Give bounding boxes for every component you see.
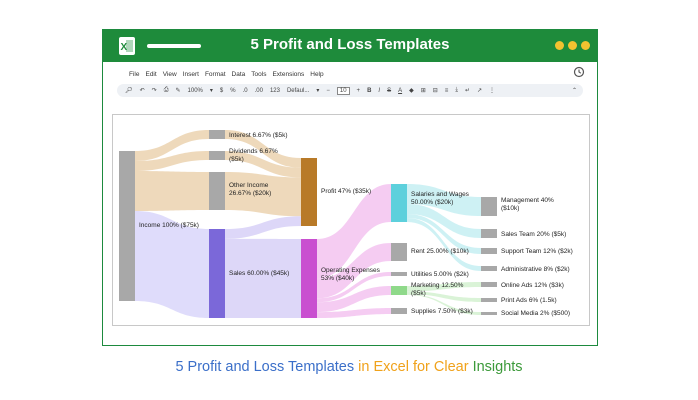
- menu-tools[interactable]: Tools: [251, 71, 266, 78]
- sankey-node-label: Management 40% ($10k): [501, 197, 554, 212]
- sankey-node-label: Rent 25.00% ($10k): [411, 248, 469, 255]
- window-dot-icon[interactable]: [581, 41, 590, 50]
- text-color-button[interactable]: A: [398, 88, 402, 94]
- history-icon[interactable]: [573, 66, 585, 78]
- merge-cells-icon[interactable]: ⊟: [433, 87, 438, 94]
- sankey-chart: Interest 6.67% ($5k)Dividends 6.67% ($5k)…: [119, 130, 573, 318]
- more-options-icon[interactable]: ⋮: [489, 87, 495, 94]
- menu-view[interactable]: View: [163, 71, 177, 78]
- window-dot-icon[interactable]: [555, 41, 564, 50]
- menu-help[interactable]: Help: [310, 71, 323, 78]
- font-select[interactable]: Defaul...: [287, 88, 309, 94]
- number-format-button[interactable]: 123: [270, 88, 280, 94]
- align-horizontal-icon[interactable]: ≡: [445, 88, 449, 94]
- sankey-node-label: Social Media 2% ($500): [501, 310, 570, 317]
- toolbar: 🔎︎ ↶ ↷ ⎙ ✎ 100% ▾ $ % .0 .00 123 Defaul.…: [117, 84, 583, 97]
- fill-color-icon[interactable]: ◆: [409, 87, 414, 94]
- zoom-select[interactable]: 100%: [188, 88, 203, 94]
- menu-extensions[interactable]: Extensions: [272, 71, 304, 78]
- sankey-node-label: Other Income 26.67% ($20k): [229, 182, 271, 197]
- paint-format-icon[interactable]: ✎: [176, 87, 181, 94]
- print-icon[interactable]: ⎙: [164, 87, 169, 94]
- percent-button[interactable]: %: [230, 88, 235, 94]
- sankey-node: [391, 272, 407, 276]
- sankey-node: [301, 158, 317, 226]
- borders-icon[interactable]: ⊞: [421, 87, 426, 94]
- sankey-node: [481, 248, 497, 254]
- menu-bar: File Edit View Insert Format Data Tools Extensi…: [129, 71, 330, 78]
- decrease-decimals-button[interactable]: .0: [243, 88, 248, 94]
- italic-button[interactable]: I: [378, 88, 380, 94]
- sankey-node: [209, 130, 225, 139]
- chevron-down-icon: ▾: [316, 88, 320, 94]
- chevron-down-icon: ▾: [209, 88, 213, 94]
- sankey-node: [301, 239, 317, 318]
- sankey-node: [209, 172, 225, 210]
- sankey-link: [225, 216, 301, 239]
- sankey-node-label: Supplies 7.50% ($3k): [411, 308, 473, 315]
- align-vertical-icon[interactable]: ⤓: [455, 87, 458, 94]
- menu-file[interactable]: File: [129, 71, 139, 78]
- caption-part-2: in Excel for Clear: [354, 359, 469, 375]
- sankey-node-label: Support Team 12% ($2k): [501, 248, 573, 255]
- menu-format[interactable]: Format: [205, 71, 226, 78]
- redo-icon[interactable]: ↷: [152, 87, 157, 94]
- sankey-node-label: Administrative 8% ($2k): [501, 266, 570, 273]
- page-caption: 5 Profit and Loss Templates in Excel for…: [0, 359, 698, 375]
- font-size-decrease-icon[interactable]: −: [326, 88, 330, 94]
- sankey-node: [391, 184, 407, 222]
- title-bar: X 5 Profit and Loss Templates: [103, 30, 597, 62]
- sankey-node: [391, 243, 407, 261]
- currency-button[interactable]: $: [220, 88, 223, 94]
- strikethrough-button[interactable]: S: [387, 88, 391, 94]
- sankey-node: [481, 197, 497, 216]
- increase-decimals-button[interactable]: .00: [255, 88, 263, 94]
- sankey-node: [209, 229, 225, 318]
- sankey-node: [481, 229, 497, 238]
- sankey-node: [119, 151, 135, 301]
- sankey-node-label: Profit 47% ($35k): [321, 188, 371, 195]
- sankey-node: [481, 282, 497, 287]
- menu-insert[interactable]: Insert: [183, 71, 199, 78]
- window-dot-icon[interactable]: [568, 41, 577, 50]
- sankey-node-label: Utilities 5.00% ($2k): [411, 271, 469, 278]
- caption-part-3: Insights: [468, 359, 523, 375]
- screenshot-frame: X 5 Profit and Loss Templates File Edit Vi…: [102, 29, 598, 346]
- font-size-increase-icon[interactable]: +: [357, 88, 361, 94]
- text-rotation-icon[interactable]: ↗: [477, 87, 482, 94]
- sankey-node: [209, 151, 225, 160]
- sankey-link: [135, 171, 209, 211]
- sankey-node-label: Operating Expenses 53% ($40k): [321, 267, 381, 282]
- sankey-node: [391, 308, 407, 314]
- sankey-node: [481, 266, 497, 271]
- window-title: 5 Profit and Loss Templates: [250, 36, 450, 53]
- caption-part-1: 5 Profit and Loss Templates: [175, 359, 355, 375]
- sankey-node-label: Sales Team 20% ($5k): [501, 231, 566, 238]
- font-size-input[interactable]: 10: [336, 86, 350, 95]
- sankey-node-label: Print Ads 6% (1.5k): [501, 297, 557, 304]
- bold-button[interactable]: B: [367, 88, 371, 94]
- sankey-node-label: Sales 60.00% ($45k): [229, 270, 289, 277]
- undo-icon[interactable]: ↶: [140, 87, 145, 94]
- sankey-node: [481, 298, 497, 302]
- sankey-node: [391, 286, 407, 295]
- sheet-canvas: Interest 6.67% ($5k) Dividends 6.67% ($5k)…: [112, 114, 590, 326]
- sankey-node-label: Online Ads 12% ($3k): [501, 282, 564, 289]
- sankey-node-label: Interest 6.67% ($5k): [229, 132, 288, 139]
- menu-edit[interactable]: Edit: [145, 71, 156, 78]
- menu-data[interactable]: Data: [232, 71, 246, 78]
- sankey-node-label: Income 100% ($75k): [139, 222, 199, 229]
- sankey-node: [481, 312, 497, 315]
- text-wrap-icon[interactable]: ↵: [465, 87, 470, 94]
- sankey-link: [225, 238, 301, 318]
- collapse-toolbar-icon[interactable]: ⌃: [572, 87, 577, 94]
- search-menus-icon[interactable]: 🔎︎: [125, 87, 133, 94]
